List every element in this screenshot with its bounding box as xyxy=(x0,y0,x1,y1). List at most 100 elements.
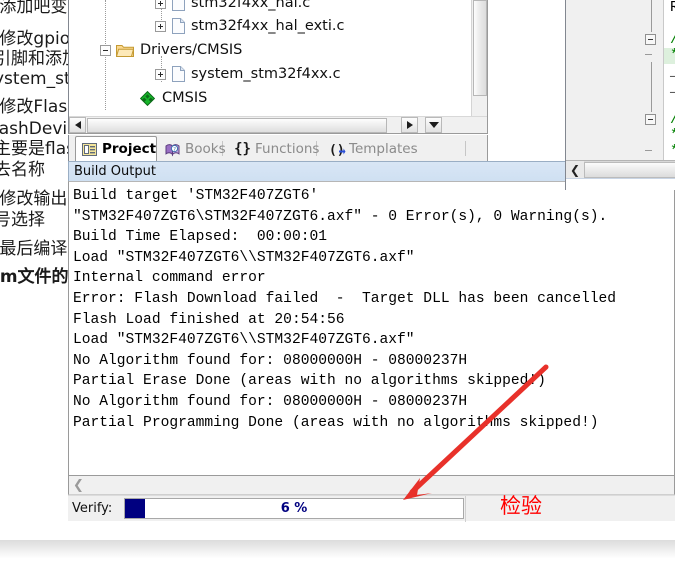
note-line: .修改gpio xyxy=(0,29,71,49)
verify-progress-text: 6 % xyxy=(280,501,308,516)
code-line: */ xyxy=(670,144,675,160)
tree-item-system-stm32f4xx-c[interactable]: system_stm32f4xx.c xyxy=(155,62,341,86)
editor-bottom-strip xyxy=(566,178,675,190)
annotation-notes-column: .添加吧变 .修改gpio 引脚和添加 ystem_st .修改Flas las… xyxy=(0,0,78,571)
tree-vertical-scroll-thumb[interactable] xyxy=(473,0,487,96)
build-output-line: "STM32F407ZGT6\STM32F407ZGT6.axf" - 0 Er… xyxy=(73,208,608,225)
editor-line-number-gutter xyxy=(566,0,641,160)
code-line: RCC_ClkIn xyxy=(670,0,675,16)
tree-item-label: stm32f4xx_hal_exti.c xyxy=(191,18,345,34)
functions-icon: {} xyxy=(234,141,251,157)
status-bar: Verify: 6 % xyxy=(68,495,675,522)
editor-scroll-left-button[interactable]: ❮ xyxy=(566,161,584,178)
tree-item-label: system_stm32f4xx.c xyxy=(191,66,341,82)
fold-guide xyxy=(651,62,652,112)
svg-text:(): () xyxy=(329,143,345,157)
tree-item-drivers-cmsis[interactable]: Drivers/CMSIS xyxy=(100,38,242,62)
fold-collapse-icon[interactable] xyxy=(645,114,656,125)
tree-vertical-scrollbar[interactable] xyxy=(471,0,487,118)
build-output-line: Error: Flash Download failed - Target DL… xyxy=(73,290,616,307)
collapse-minus-icon[interactable] xyxy=(100,44,111,56)
templates-icon: () xyxy=(329,142,346,158)
code-line: __HAL_RCC xyxy=(670,64,675,80)
project-tree-panel[interactable]: stm32f4xx_hal.c stm32f4xx_hal_exti.c Dri… xyxy=(68,0,488,134)
scroll-right-button[interactable] xyxy=(401,117,418,133)
tab-project[interactable]: Project xyxy=(75,136,157,161)
tab-functions[interactable]: {} Functions xyxy=(229,137,325,161)
note-line: .最后编译 xyxy=(0,239,68,259)
scroll-left-button[interactable] xyxy=(69,117,86,133)
expand-plus-icon[interactable] xyxy=(155,68,166,80)
books-icon: ? xyxy=(165,142,180,157)
file-icon xyxy=(172,0,185,11)
code-line: * in the xyxy=(670,128,675,144)
cmsis-icon xyxy=(139,90,156,106)
expand-plus-icon[interactable] xyxy=(155,20,166,32)
fold-collapse-icon[interactable] xyxy=(645,34,656,45)
fold-end-tick xyxy=(645,150,652,151)
project-tab-strip: Project ? Books {} Functions () Template… xyxy=(68,135,488,161)
build-output-horizontal-scrollbar[interactable]: ❮ xyxy=(68,476,675,495)
fold-end-tick xyxy=(645,54,652,55)
note-line: .修改输出 xyxy=(0,189,68,209)
svg-text:?: ? xyxy=(173,147,176,153)
annotation-label-jianyan: 检验 xyxy=(500,494,542,518)
expand-plus-icon[interactable] xyxy=(155,0,166,9)
ide-window: stm32f4xx_hal.c stm32f4xx_hal_exti.c Dri… xyxy=(68,0,675,540)
verify-label: Verify: xyxy=(72,501,113,516)
build-output-line: Internal command error xyxy=(73,270,266,287)
code-editor-panel[interactable]: 110 111 112 113 114 115 116 117 118 119 … xyxy=(565,0,675,190)
code-line: /** Initi xyxy=(670,112,675,128)
build-output-line: Load "STM32F407ZGT6\\STM32F407ZGT6.axf" xyxy=(73,249,415,266)
tab-templates[interactable]: () Templates xyxy=(323,137,424,161)
scroll-down-button[interactable] xyxy=(425,117,442,133)
note-line: 主要是flas xyxy=(0,139,75,159)
tab-books[interactable]: ? Books xyxy=(159,137,232,161)
note-line: ystem_st xyxy=(0,69,71,89)
tree-item-cmsis[interactable]: CMSIS xyxy=(135,86,207,110)
tree-horizontal-scroll-thumb[interactable] xyxy=(87,118,387,133)
fold-guide xyxy=(651,0,652,32)
tab-separator xyxy=(465,141,466,156)
verify-progress-bar: 6 % xyxy=(124,498,464,519)
status-bar-divider xyxy=(465,496,466,522)
file-icon xyxy=(172,66,185,82)
code-line: __HAL_PWR xyxy=(670,80,675,96)
note-line: .添加吧变 xyxy=(0,0,68,17)
code-line: */ xyxy=(670,48,675,64)
editor-horizontal-scroll-thumb[interactable] xyxy=(584,162,675,178)
tree-horizontal-scrollbar[interactable] xyxy=(69,116,487,133)
build-output-line: Partial Erase Done (areas with no algori… xyxy=(73,373,546,390)
build-output-line: No Algorithm found for: 08000000H - 0800… xyxy=(73,352,468,369)
build-output-line: No Algorithm found for: 08000000H - 0800… xyxy=(73,393,468,410)
page-bottom-area xyxy=(0,540,675,571)
tab-label: Project xyxy=(102,141,157,157)
triangle-down-icon xyxy=(428,122,439,128)
note-line: .修改Flas xyxy=(0,97,68,117)
note-line: 引脚和添加 xyxy=(0,49,78,69)
chevron-left-icon[interactable]: ❮ xyxy=(73,478,84,493)
build-output-panel[interactable]: Build target 'STM32F407ZGT6' "STM32F407Z… xyxy=(68,181,675,476)
build-output-line: Build Time Elapsed: 00:00:01 xyxy=(73,229,327,246)
code-line: /** Confi xyxy=(670,32,675,48)
tree-item-label: Drivers/CMSIS xyxy=(140,42,243,58)
tree-item-stm32f4xx-hal-c[interactable]: stm32f4xx_hal.c xyxy=(155,0,310,15)
note-line: 号选择 xyxy=(0,210,45,230)
build-output-line: Load "STM32F407ZGT6\\STM32F407ZGT6.axf" xyxy=(73,332,415,349)
build-output-line: Flash Load finished at 20:54:56 xyxy=(73,311,345,328)
build-output-line: Partial Programming Done (areas with no … xyxy=(73,414,599,431)
build-output-title-label: Build Output xyxy=(74,164,156,179)
tree-item-stm32f4xx-hal-exti-c[interactable]: stm32f4xx_hal_exti.c xyxy=(155,14,344,38)
tab-label: Templates xyxy=(349,141,418,157)
tree-item-label: stm32f4xx_hal.c xyxy=(191,0,311,11)
triangle-left-icon xyxy=(74,121,81,129)
note-line: lm文件的 xyxy=(0,267,69,287)
tree-item-label: CMSIS xyxy=(162,90,208,106)
folder-icon xyxy=(115,43,135,57)
editor-horizontal-scrollbar[interactable]: ❮ xyxy=(566,160,675,178)
editor-fold-column[interactable] xyxy=(641,0,664,160)
tab-label: Books xyxy=(185,141,226,157)
tab-label: Functions xyxy=(255,141,320,157)
note-line: lashDevic xyxy=(0,119,77,139)
file-icon xyxy=(172,18,185,34)
